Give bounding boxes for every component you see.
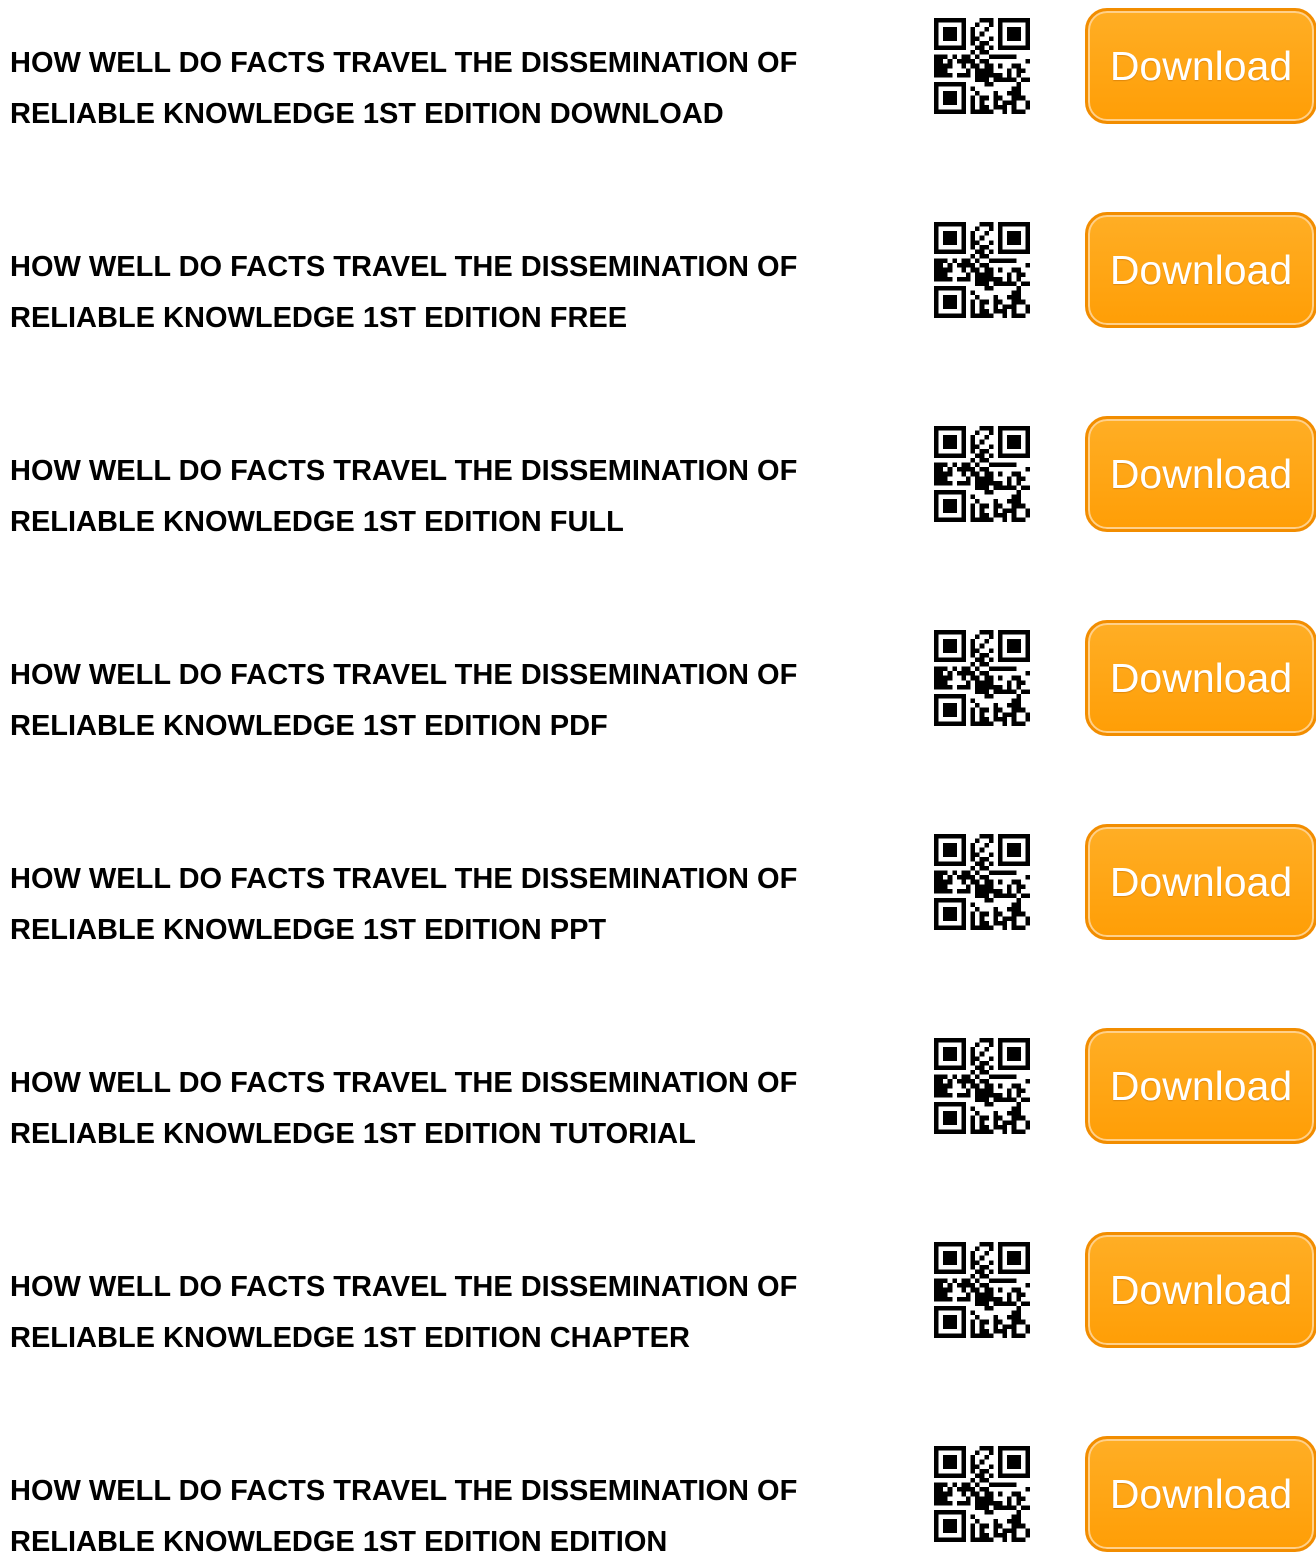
qr-code-modules — [934, 426, 1030, 522]
qr-code-modules — [934, 1446, 1030, 1542]
item-title: HOW WELL DO FACTS TRAVEL THE DISSEMINATI… — [10, 446, 910, 548]
list-item: HOW WELL DO FACTS TRAVEL THE DISSEMINATI… — [0, 204, 1316, 334]
qr-code-graphic — [934, 630, 1030, 726]
qr-code-modules — [934, 222, 1030, 318]
qr-code-graphic — [934, 834, 1030, 930]
qr-code-icon — [934, 1038, 1030, 1134]
qr-code-graphic — [934, 18, 1030, 114]
qr-code-icon — [934, 222, 1030, 318]
download-button[interactable]: Download — [1085, 620, 1316, 736]
item-title-line-2: RELIABLE KNOWLEDGE 1ST EDITION FULL — [10, 506, 624, 538]
qr-code-modules — [934, 834, 1030, 930]
item-title-line-2: RELIABLE KNOWLEDGE 1ST EDITION TUTORIAL — [10, 1118, 696, 1150]
qr-code-modules — [934, 1242, 1030, 1338]
qr-code-modules — [934, 630, 1030, 726]
download-button-label: Download — [1109, 42, 1293, 89]
download-button[interactable]: Download — [1085, 8, 1316, 124]
download-button-label: Download — [1109, 1266, 1293, 1313]
list-item: HOW WELL DO FACTS TRAVEL THE DISSEMINATI… — [0, 816, 1316, 946]
qr-code-graphic — [934, 222, 1030, 318]
download-button-label: Download — [1109, 1470, 1293, 1517]
item-title: HOW WELL DO FACTS TRAVEL THE DISSEMINATI… — [10, 38, 910, 140]
item-title-line-1: HOW WELL DO FACTS TRAVEL THE DISSEMINATI… — [10, 1067, 798, 1099]
list-item: HOW WELL DO FACTS TRAVEL THE DISSEMINATI… — [0, 612, 1316, 742]
qr-code-icon — [934, 1446, 1030, 1542]
qr-code-graphic — [934, 1242, 1030, 1338]
qr-code-icon — [934, 426, 1030, 522]
download-button-label: Download — [1109, 246, 1293, 293]
qr-code-icon — [934, 834, 1030, 930]
qr-code-modules — [934, 18, 1030, 114]
item-title-line-2: RELIABLE KNOWLEDGE 1ST EDITION FREE — [10, 302, 628, 334]
qr-code-modules — [934, 1038, 1030, 1134]
download-button[interactable]: Download — [1085, 1028, 1316, 1144]
list-item: HOW WELL DO FACTS TRAVEL THE DISSEMINATI… — [0, 1224, 1316, 1354]
qr-code-graphic — [934, 1446, 1030, 1542]
item-title: HOW WELL DO FACTS TRAVEL THE DISSEMINATI… — [10, 242, 910, 344]
item-title: HOW WELL DO FACTS TRAVEL THE DISSEMINATI… — [10, 1262, 910, 1364]
item-title-line-2: RELIABLE KNOWLEDGE 1ST EDITION PPT — [10, 914, 607, 946]
list-item: HOW WELL DO FACTS TRAVEL THE DISSEMINATI… — [0, 1020, 1316, 1150]
list-item: HOW WELL DO FACTS TRAVEL THE DISSEMINATI… — [0, 0, 1316, 130]
item-title-line-2: RELIABLE KNOWLEDGE 1ST EDITION DOWNLOAD — [10, 98, 724, 130]
item-title-line-1: HOW WELL DO FACTS TRAVEL THE DISSEMINATI… — [10, 47, 798, 79]
download-button-label: Download — [1109, 450, 1293, 497]
download-button[interactable]: Download — [1085, 1436, 1316, 1552]
qr-code-icon — [934, 18, 1030, 114]
item-title-line-1: HOW WELL DO FACTS TRAVEL THE DISSEMINATI… — [10, 455, 798, 487]
item-title-line-2: RELIABLE KNOWLEDGE 1ST EDITION CHAPTER — [10, 1322, 690, 1354]
qr-code-graphic — [934, 1038, 1030, 1134]
list-item: HOW WELL DO FACTS TRAVEL THE DISSEMINATI… — [0, 408, 1316, 538]
item-title-line-1: HOW WELL DO FACTS TRAVEL THE DISSEMINATI… — [10, 1475, 798, 1507]
item-title: HOW WELL DO FACTS TRAVEL THE DISSEMINATI… — [10, 854, 910, 956]
download-button[interactable]: Download — [1085, 1232, 1316, 1348]
item-title-line-1: HOW WELL DO FACTS TRAVEL THE DISSEMINATI… — [10, 863, 798, 895]
item-title-line-2: RELIABLE KNOWLEDGE 1ST EDITION PDF — [10, 710, 608, 742]
item-title-line-2: RELIABLE KNOWLEDGE 1ST EDITION EDITION — [10, 1526, 668, 1558]
qr-code-icon — [934, 630, 1030, 726]
item-title-line-1: HOW WELL DO FACTS TRAVEL THE DISSEMINATI… — [10, 1271, 798, 1303]
list-item: HOW WELL DO FACTS TRAVEL THE DISSEMINATI… — [0, 1428, 1316, 1558]
download-button-label: Download — [1109, 858, 1293, 905]
qr-code-icon — [934, 1242, 1030, 1338]
item-title: HOW WELL DO FACTS TRAVEL THE DISSEMINATI… — [10, 650, 910, 752]
download-button-label: Download — [1109, 1062, 1293, 1109]
item-title-line-1: HOW WELL DO FACTS TRAVEL THE DISSEMINATI… — [10, 251, 798, 283]
item-title: HOW WELL DO FACTS TRAVEL THE DISSEMINATI… — [10, 1058, 910, 1160]
download-button[interactable]: Download — [1085, 416, 1316, 532]
qr-code-graphic — [934, 426, 1030, 522]
item-title: HOW WELL DO FACTS TRAVEL THE DISSEMINATI… — [10, 1466, 910, 1568]
download-button[interactable]: Download — [1085, 824, 1316, 940]
download-button-label: Download — [1109, 654, 1293, 701]
item-title-line-1: HOW WELL DO FACTS TRAVEL THE DISSEMINATI… — [10, 659, 798, 691]
download-button[interactable]: Download — [1085, 212, 1316, 328]
